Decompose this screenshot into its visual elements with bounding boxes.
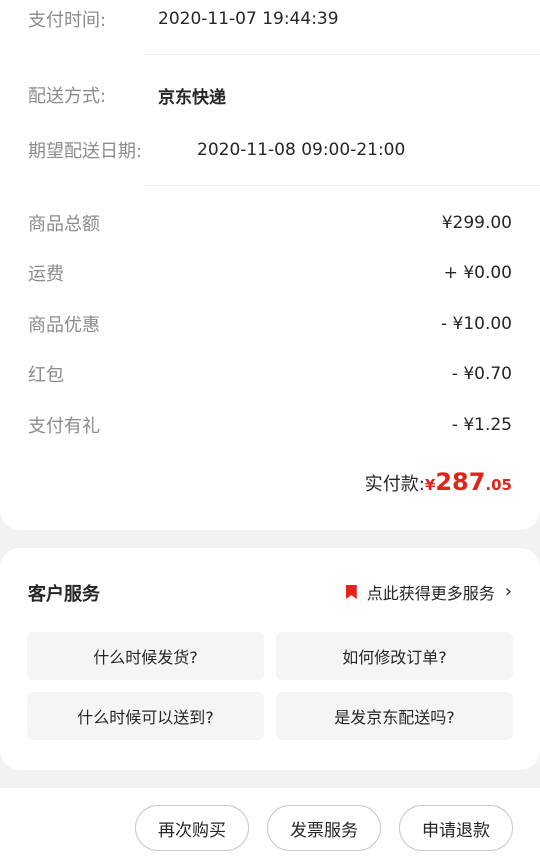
delivery-method-row: 配送方式: 京东快递 [28, 82, 512, 108]
amount-label: 支付有礼 [28, 416, 100, 437]
chevron-right-icon: › [504, 581, 512, 602]
question-button[interactable]: 什么时候可以送到? [27, 692, 264, 740]
refund-button[interactable]: 申请退款 [399, 805, 513, 851]
expected-date-row: 期望配送日期: 2020-11-08 09:00-21:00 [28, 137, 512, 163]
divider [145, 185, 540, 186]
amount-row-shipping: 运费 + ¥0.00 [28, 260, 512, 286]
question-button[interactable]: 什么时候发货? [27, 632, 264, 680]
divider [145, 54, 540, 55]
more-services-label: 点此获得更多服务 [366, 584, 495, 603]
amount-label: 运费 [28, 264, 64, 285]
expected-date-value: 2020-11-08 09:00-21:00 [197, 140, 406, 160]
paid-integer: 287 [435, 468, 486, 496]
amount-label: 商品总额 [28, 214, 100, 235]
amount-row-subtotal: 商品总额 ¥299.00 [28, 210, 512, 236]
question-button[interactable]: 如何修改订单? [276, 632, 513, 680]
paid-total: 实付款: ¥ 287 .05 [365, 468, 512, 496]
pay-time-row: 支付时间: 2020-11-07 19:44:39 [28, 6, 512, 32]
amount-row-red-packet: 红包 - ¥0.70 [28, 361, 512, 387]
order-info-card: 支付时间: 2020-11-07 19:44:39 配送方式: 京东快递 期望配… [0, 0, 540, 530]
rebuy-button[interactable]: 再次购买 [135, 805, 249, 851]
delivery-method-label: 配送方式: [28, 86, 107, 107]
paid-decimal: .05 [485, 476, 512, 494]
amount-value: - ¥10.00 [440, 314, 512, 334]
customer-service-card: 客户服务 点此获得更多服务 › 什么时候发货? 如何修改订单? 什么时候可以送到… [0, 548, 540, 770]
amount-value: - ¥1.25 [451, 415, 512, 435]
bookmark-icon [345, 585, 357, 599]
pay-time-value: 2020-11-07 19:44:39 [158, 9, 339, 29]
amount-row-pay-gift: 支付有礼 - ¥1.25 [28, 412, 512, 438]
invoice-service-button[interactable]: 发票服务 [267, 805, 381, 851]
pay-time-label: 支付时间: [28, 10, 107, 31]
amount-value: + ¥0.00 [443, 263, 512, 283]
amount-label: 商品优惠 [28, 315, 100, 336]
expected-date-label: 期望配送日期: [28, 141, 143, 162]
paid-label: 实付款: [364, 474, 425, 495]
question-button[interactable]: 是发京东配送吗? [276, 692, 513, 740]
amount-label: 红包 [28, 365, 64, 386]
bottom-action-bar: 再次购买 发票服务 申请退款 [0, 788, 540, 865]
amount-value: ¥299.00 [441, 213, 512, 233]
more-services-link[interactable]: 点此获得更多服务 › [345, 580, 512, 604]
paid-currency: ¥ [424, 476, 436, 494]
delivery-method-value: 京东快递 [158, 87, 226, 108]
amount-row-discount: 商品优惠 - ¥10.00 [28, 311, 512, 337]
service-title: 客户服务 [28, 584, 100, 605]
amount-value: - ¥0.70 [451, 364, 512, 384]
